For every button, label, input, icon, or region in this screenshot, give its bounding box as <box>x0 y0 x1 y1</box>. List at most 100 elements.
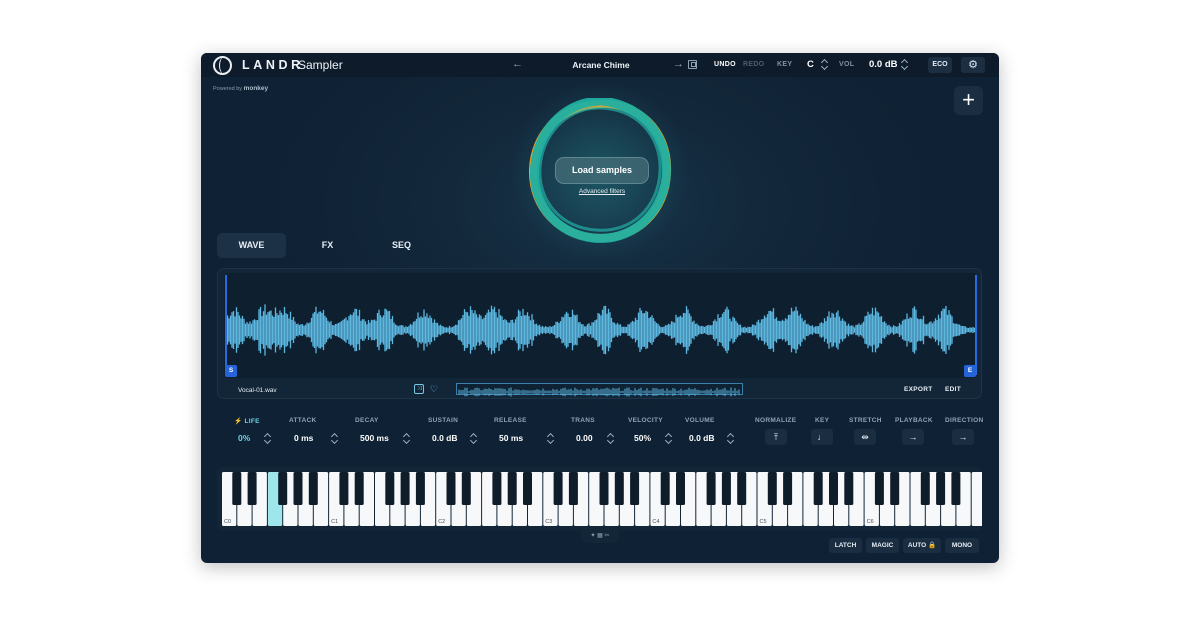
advanced-filters-link[interactable]: Advanced filters <box>561 188 643 195</box>
waveform-overview[interactable] <box>456 383 743 397</box>
mode-icons[interactable]: ✦ ▦ ✂ <box>581 531 619 543</box>
sustain-value[interactable]: 0.0 dB <box>432 433 458 443</box>
black-key[interactable] <box>492 472 502 505</box>
sustain-stepper-icon[interactable] <box>471 433 477 444</box>
black-key[interactable] <box>461 472 471 505</box>
gear-icon[interactable]: ⚙ <box>961 57 985 73</box>
black-key[interactable] <box>278 472 288 505</box>
octave-label: C5 <box>760 519 767 525</box>
black-key[interactable] <box>614 472 624 505</box>
auto-lock-button[interactable]: AUTO 🔒 <box>903 538 941 553</box>
trans-stepper-icon[interactable] <box>608 433 614 444</box>
start-marker[interactable]: S <box>225 365 237 377</box>
black-key[interactable] <box>660 472 670 505</box>
edit-button[interactable]: EDIT <box>945 386 961 393</box>
previous-preset-icon[interactable]: ← <box>512 58 523 70</box>
vol-stepper-icon[interactable] <box>902 59 908 70</box>
black-key[interactable] <box>874 472 884 505</box>
black-key[interactable] <box>706 472 716 505</box>
volume-stepper-icon[interactable] <box>728 433 734 444</box>
black-key[interactable] <box>737 472 747 505</box>
tab-seq[interactable]: SEQ <box>367 233 436 258</box>
octave-label: C4 <box>652 519 659 525</box>
life-value[interactable]: 0% <box>238 433 250 443</box>
piano-keyboard[interactable]: C0 C1 C2 C3 C4 C5 C6 <box>217 467 986 531</box>
eco-button[interactable]: ECO <box>928 57 952 73</box>
release-stepper-icon[interactable] <box>548 433 554 444</box>
black-key[interactable] <box>232 472 242 505</box>
decay-stepper-icon[interactable] <box>404 433 410 444</box>
velocity-label: VELOCITY <box>628 417 663 424</box>
playback-arrow-icon[interactable]: → <box>902 429 924 445</box>
velocity-stepper-icon[interactable] <box>666 433 672 444</box>
black-key[interactable] <box>385 472 395 505</box>
black-key[interactable] <box>630 472 640 505</box>
vol-value[interactable]: 0.0 dB <box>869 59 898 70</box>
preset-name[interactable]: Arcane Chime <box>541 60 661 70</box>
black-key[interactable] <box>568 472 578 505</box>
end-marker-line[interactable] <box>975 275 977 375</box>
end-marker[interactable]: E <box>964 365 976 377</box>
stretch-icon[interactable]: ⇹ <box>854 429 876 445</box>
black-key[interactable] <box>415 472 425 505</box>
white-key[interactable] <box>971 472 986 526</box>
release-value[interactable]: 50 ms <box>499 433 523 443</box>
black-key[interactable] <box>308 472 318 505</box>
load-samples-button[interactable]: Load samples <box>555 157 649 184</box>
key-note-icon[interactable]: ♩ <box>811 429 833 445</box>
black-key[interactable] <box>951 472 961 505</box>
black-key[interactable] <box>783 472 793 505</box>
black-key[interactable] <box>599 472 609 505</box>
magic-button[interactable]: MAGIC <box>866 538 899 553</box>
waveform-display[interactable]: S E <box>224 273 977 378</box>
direction-arrow-icon[interactable]: → <box>952 429 974 445</box>
black-key[interactable] <box>507 472 517 505</box>
heart-icon[interactable]: ♡ <box>429 384 439 394</box>
mono-button[interactable]: MONO <box>945 538 979 553</box>
black-key[interactable] <box>920 472 930 505</box>
attack-value[interactable]: 0 ms <box>294 433 313 443</box>
black-key[interactable] <box>339 472 349 505</box>
next-preset-icon[interactable]: → <box>673 58 684 70</box>
black-key[interactable] <box>676 472 685 505</box>
key-stepper-icon[interactable] <box>822 59 828 70</box>
velocity-value[interactable]: 50% <box>634 433 651 443</box>
black-key[interactable] <box>936 472 946 505</box>
decay-value[interactable]: 500 ms <box>360 433 389 443</box>
export-button[interactable]: EXPORT <box>904 386 933 393</box>
save-icon[interactable] <box>688 60 697 69</box>
key-value[interactable]: C <box>807 59 814 70</box>
black-key[interactable] <box>721 472 731 505</box>
black-key[interactable] <box>354 472 364 505</box>
tab-fx[interactable]: FX <box>293 233 362 258</box>
trans-value[interactable]: 0.00 <box>576 433 593 443</box>
waveform-overview-shape <box>458 387 740 397</box>
undo-button[interactable]: UNDO <box>714 61 736 68</box>
redo-button[interactable]: REDO <box>743 61 764 68</box>
black-key[interactable] <box>553 472 563 505</box>
black-key[interactable] <box>247 472 257 505</box>
black-key[interactable] <box>890 472 900 505</box>
life-stepper-icon[interactable] <box>265 433 271 444</box>
black-key[interactable] <box>767 472 777 505</box>
black-key[interactable] <box>844 472 854 505</box>
attack-stepper-icon[interactable] <box>332 433 338 444</box>
life-label: ⚡ LIFE <box>234 417 260 425</box>
brand-name: LANDR <box>242 58 304 72</box>
direction-label: DIRECTION <box>945 417 984 424</box>
shuffle-icon[interactable]: ⤨ <box>414 384 424 394</box>
black-key[interactable] <box>523 472 532 505</box>
normalize-icon[interactable]: ⤒ <box>765 429 787 445</box>
black-key[interactable] <box>293 472 303 505</box>
start-marker-line[interactable] <box>225 275 227 375</box>
black-key[interactable] <box>446 472 456 505</box>
wave-panel: S E <box>217 268 982 399</box>
black-key[interactable] <box>813 472 823 505</box>
add-icon[interactable]: + <box>954 86 983 115</box>
black-key[interactable] <box>829 472 838 505</box>
black-key[interactable] <box>400 472 410 505</box>
tab-wave[interactable]: WAVE <box>217 233 286 258</box>
latch-button[interactable]: LATCH <box>829 538 862 553</box>
volume-value[interactable]: 0.0 dB <box>689 433 715 443</box>
app-name: Sampler <box>298 58 343 72</box>
